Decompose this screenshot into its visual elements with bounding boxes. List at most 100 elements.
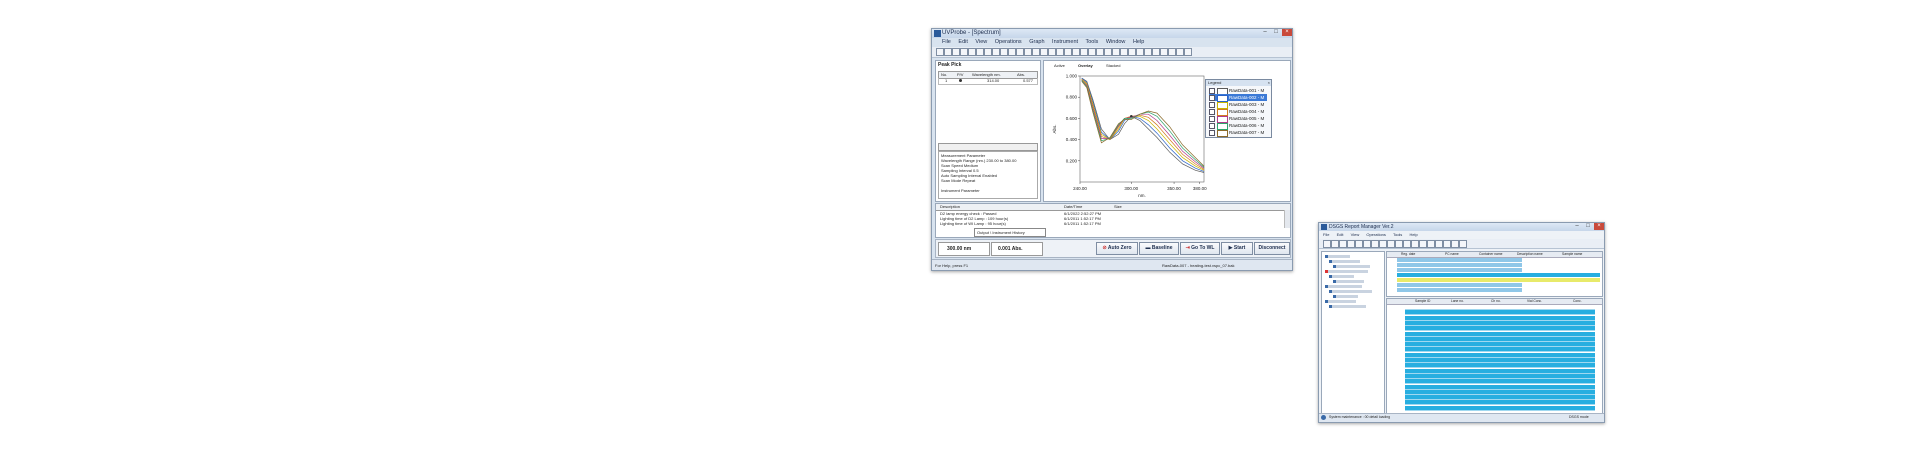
toolbar-button-icon[interactable] [1000, 48, 1008, 56]
mgr-menu-view[interactable]: View [1351, 232, 1360, 237]
toolbar-button-icon[interactable] [1016, 48, 1024, 56]
toolbar-button-icon[interactable] [1088, 48, 1096, 56]
tree-node[interactable] [1333, 265, 1370, 268]
maximize-button[interactable]: □ [1271, 29, 1281, 36]
legend-item[interactable]: RawData-004 - M [1209, 108, 1267, 116]
toolbar-button-icon[interactable] [1128, 48, 1136, 56]
table-row[interactable] [1405, 405, 1595, 411]
tree-node[interactable] [1329, 305, 1366, 308]
auto-zero-button[interactable]: ⊘ Auto Zero [1096, 242, 1138, 255]
toolbar-button-icon[interactable] [984, 48, 992, 56]
toolbar-button-icon[interactable] [1032, 48, 1040, 56]
manager-tree[interactable] [1321, 251, 1385, 414]
toolbar-button-icon[interactable] [1136, 48, 1144, 56]
toolbar-button-icon[interactable] [1048, 48, 1056, 56]
toolbar-button-icon[interactable] [1040, 48, 1048, 56]
toolbar-button-icon[interactable] [1427, 240, 1435, 248]
peak-nav-bar[interactable] [938, 143, 1038, 151]
legend-item[interactable]: RawData-005 - M [1209, 115, 1267, 123]
toolbar-button-icon[interactable] [1168, 48, 1176, 56]
toolbar-button-icon[interactable] [1008, 48, 1016, 56]
toolbar-button-icon[interactable] [1419, 240, 1427, 248]
toolbar-button-icon[interactable] [1371, 240, 1379, 248]
legend-item[interactable]: RawData-001 - M [1209, 87, 1267, 95]
legend-item[interactable]: RawData-002 - M [1209, 94, 1267, 102]
toolbar-button-icon[interactable] [1072, 48, 1080, 56]
toolbar-button-icon[interactable] [1331, 240, 1339, 248]
toolbar-button-icon[interactable] [1120, 48, 1128, 56]
table-row[interactable] [1405, 352, 1595, 358]
toolbar-button-icon[interactable] [1144, 48, 1152, 56]
toolbar-button-icon[interactable] [1056, 48, 1064, 56]
toolbar-button-icon[interactable] [1379, 240, 1387, 248]
toolbar-button-icon[interactable] [1435, 240, 1443, 248]
legend-window[interactable]: Legend × RawData-001 - M RawData-002 - M R… [1205, 79, 1272, 138]
table-row[interactable] [1405, 342, 1595, 348]
table-row[interactable] [1405, 331, 1595, 337]
table-row[interactable] [1405, 384, 1595, 390]
toolbar-button-icon[interactable] [1347, 240, 1355, 248]
manager-maximize-button[interactable]: □ [1583, 223, 1593, 230]
close-button[interactable]: × [1282, 29, 1292, 36]
menu-tools[interactable]: Tools [1085, 39, 1098, 45]
mgr-menu-file[interactable]: File [1323, 232, 1329, 237]
toolbar-button-icon[interactable] [1355, 240, 1363, 248]
toolbar-button-icon[interactable] [944, 48, 952, 56]
toolbar-button-icon[interactable] [1096, 48, 1104, 56]
table-row[interactable] [1405, 400, 1595, 406]
goto-wl-button[interactable]: ⇥ Go To WL [1180, 242, 1220, 255]
tab-active[interactable]: Active [1054, 63, 1065, 68]
toolbar-button-icon[interactable] [968, 48, 976, 56]
menu-file[interactable]: File [942, 39, 951, 45]
tree-node[interactable] [1329, 275, 1354, 278]
legend-checkbox[interactable] [1209, 130, 1215, 136]
table-row[interactable] [1397, 288, 1522, 293]
menu-graph[interactable]: Graph [1029, 39, 1044, 45]
start-button[interactable]: ▶ Start [1221, 242, 1253, 255]
toolbar-button-icon[interactable] [992, 48, 1000, 56]
table-row[interactable] [1405, 373, 1595, 379]
mgr-menu-operations[interactable]: Operations [1366, 232, 1386, 237]
manager-top-grid[interactable]: Reg. date PC name Container name Descrip… [1386, 251, 1603, 297]
disconnect-button[interactable]: Disconnect [1254, 242, 1290, 255]
tree-node[interactable] [1325, 270, 1368, 273]
mgr-menu-help[interactable]: Help [1409, 232, 1417, 237]
table-row[interactable] [1405, 358, 1595, 363]
toolbar-button-icon[interactable] [1443, 240, 1451, 248]
tree-node[interactable] [1329, 260, 1360, 263]
mgr-menu-edit[interactable]: Edit [1337, 232, 1344, 237]
table-row[interactable] [1405, 315, 1595, 321]
manager-bottom-grid[interactable]: Sample ID Lane no. Ch no. Vial Conc. Con… [1386, 298, 1603, 414]
menu-help[interactable]: Help [1133, 39, 1144, 45]
tree-node[interactable] [1325, 255, 1350, 258]
table-row[interactable] [1405, 326, 1595, 332]
tree-node[interactable] [1325, 300, 1356, 303]
toolbar-button-icon[interactable] [952, 48, 960, 56]
tab-overlay[interactable]: Overlay [1078, 63, 1093, 68]
toolbar-button-icon[interactable] [1104, 48, 1112, 56]
toolbar-button-icon[interactable] [1459, 240, 1467, 248]
legend-item[interactable]: RawData-006 - M [1209, 122, 1267, 130]
legend-item[interactable]: RawData-007 - M [1209, 129, 1267, 137]
toolbar-button-icon[interactable] [1411, 240, 1419, 248]
table-row[interactable] [1405, 347, 1595, 353]
toolbar-button-icon[interactable] [1403, 240, 1411, 248]
tree-node[interactable] [1333, 280, 1364, 283]
history-scrollbar[interactable] [1284, 210, 1290, 228]
minimize-button[interactable]: – [1260, 29, 1270, 36]
menu-instrument[interactable]: Instrument [1052, 39, 1078, 45]
menu-edit[interactable]: Edit [958, 39, 967, 45]
toolbar-button-icon[interactable] [976, 48, 984, 56]
toolbar-button-icon[interactable] [1152, 48, 1160, 56]
toolbar-button-icon[interactable] [1080, 48, 1088, 56]
tree-node[interactable] [1329, 290, 1372, 293]
legend-close-icon[interactable]: × [1268, 80, 1270, 85]
table-row[interactable] [1405, 379, 1595, 385]
toolbar-button-icon[interactable] [1339, 240, 1347, 248]
toolbar-button-icon[interactable] [1184, 48, 1192, 56]
menu-operations[interactable]: Operations [995, 39, 1022, 45]
tree-node[interactable] [1333, 295, 1358, 298]
table-row[interactable] [1405, 368, 1595, 374]
table-row[interactable] [1405, 305, 1595, 310]
tree-node[interactable] [1325, 285, 1362, 288]
